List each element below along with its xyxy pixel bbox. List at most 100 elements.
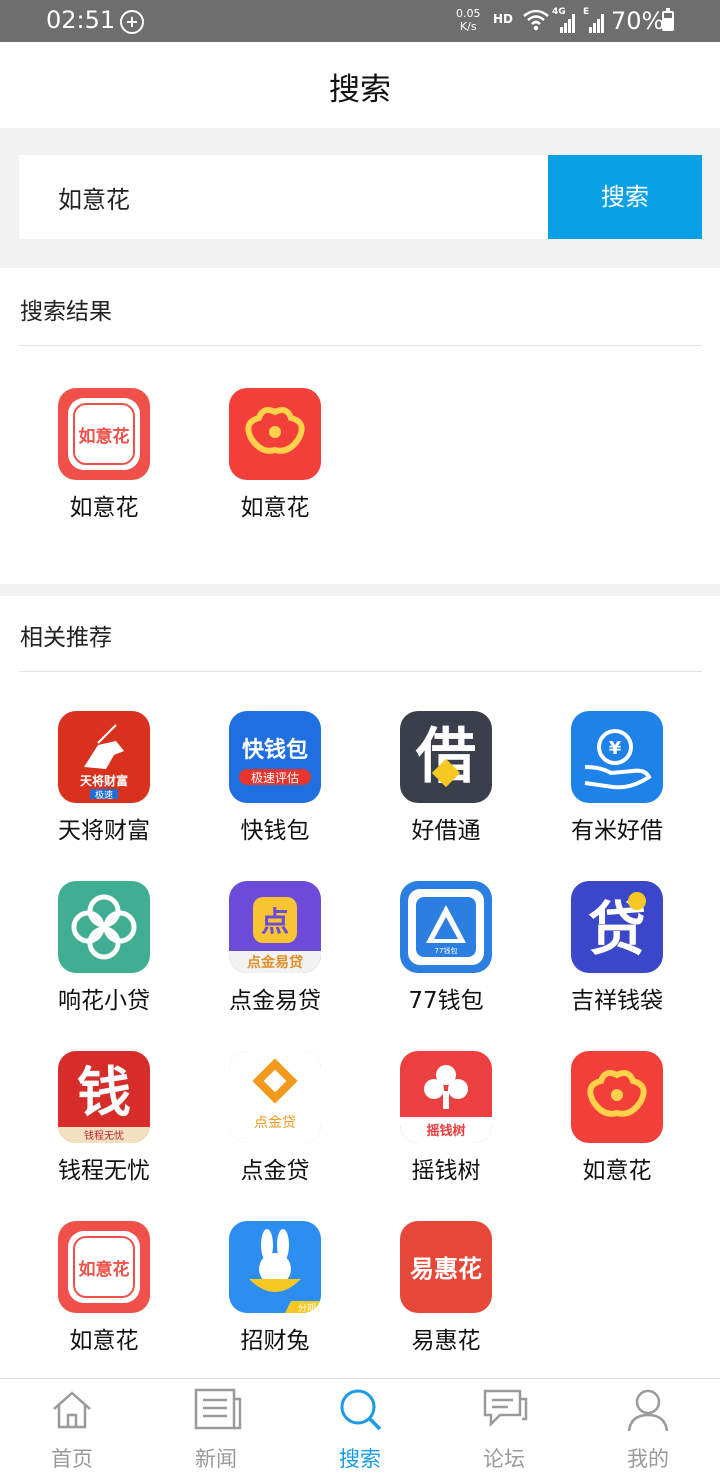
forum-icon — [483, 1389, 528, 1428]
recommend-section: 相关推荐 天将财富 极速 天将财富 快钱包 极速评估 快钱包借 好借通 ¥ 有米好借 … — [0, 596, 720, 1378]
nav-search[interactable]: 搜索 — [288, 1379, 432, 1480]
app-item[interactable]: 点 点金易贷点金易贷 — [190, 881, 360, 1021]
dianjindai-diamond-icon: 点金贷 — [229, 1051, 321, 1143]
nav-profile[interactable]: 我的 — [576, 1379, 720, 1480]
app-item[interactable]: 钱 钱程无忧 钱程无忧 — [19, 1051, 189, 1191]
network-speed-value: 0.05 — [456, 7, 481, 20]
svg-text:易惠花: 易惠花 — [410, 1255, 482, 1283]
ruyihua-cloud-icon — [229, 388, 321, 480]
app-label: 77钱包 — [408, 988, 484, 1014]
svg-text:钱程无忧: 钱程无忧 — [84, 1129, 124, 1142]
yihuihua-icon: 易惠花 — [400, 1221, 492, 1313]
ruyihua-seal-icon: 如意花 — [58, 388, 150, 480]
nav-home[interactable]: 首页 — [0, 1379, 144, 1480]
page-title: 搜索 — [329, 72, 391, 108]
svg-text:极速评估: 极速评估 — [251, 771, 299, 785]
yaoqianshu-tree-icon: 摇钱树 — [400, 1051, 492, 1143]
status-bar: 02:51 + 0.05 K/s HD 4G E 70% — [0, 0, 720, 42]
svg-text:分期: 分期 — [298, 1303, 316, 1313]
svg-text:钱: 钱 — [77, 1061, 131, 1124]
app-item[interactable]: 易惠花 易惠花 — [361, 1221, 531, 1361]
profile-icon — [627, 1389, 669, 1432]
ruyihua-seal-icon: 如意花 — [58, 1221, 150, 1313]
app-item[interactable]: 如意花 — [532, 1051, 702, 1191]
title-bar: 搜索 — [0, 42, 720, 128]
svg-text:77钱包: 77钱包 — [435, 946, 458, 955]
app-label: 钱程无忧 — [58, 1158, 150, 1184]
svg-text:天将财富: 天将财富 — [80, 773, 128, 788]
app-item[interactable]: 响花小贷 — [19, 881, 189, 1021]
app-item[interactable]: 如意花 — [190, 388, 360, 528]
nav-forum[interactable]: 论坛 — [432, 1379, 576, 1480]
battery-charging-icon — [662, 8, 674, 31]
app-item[interactable]: 贷 吉祥钱袋 — [532, 881, 702, 1021]
network-speed: 0.05 K/s — [456, 7, 481, 33]
svg-text:点: 点 — [261, 905, 289, 938]
xianghua-clover-icon — [58, 881, 150, 973]
app-item[interactable]: 点金贷 点金贷 — [190, 1051, 360, 1191]
app-item[interactable]: 天将财富 极速 天将财富 — [19, 711, 189, 851]
cell-signal-4g-icon: 4G — [552, 7, 578, 33]
app-label: 易惠花 — [411, 1328, 481, 1354]
svg-text:如意花: 如意花 — [79, 1259, 130, 1280]
dianjin-yidai-icon: 点 点金易贷 — [229, 881, 321, 973]
app-label: 如意花 — [69, 495, 139, 521]
jixiang-dai-icon: 贷 — [571, 881, 663, 973]
app-item[interactable]: 如意花 如意花 — [19, 1221, 189, 1361]
search-icon — [340, 1389, 382, 1431]
kuaiqianbao-icon: 快钱包 极速评估 — [229, 711, 321, 803]
wifi-icon — [523, 9, 549, 31]
app-label: 响花小贷 — [58, 988, 150, 1014]
svg-text:快钱包: 快钱包 — [242, 737, 308, 763]
cell-signal-e-icon: E — [583, 7, 607, 33]
app-label: 点金易贷 — [229, 988, 321, 1014]
search-input[interactable] — [19, 155, 548, 239]
hd-indicator: HD — [493, 12, 514, 26]
svg-text:如意花: 如意花 — [79, 426, 130, 447]
app-label: 天将财富 — [58, 818, 150, 844]
home-icon — [53, 1391, 91, 1429]
app-label: 快钱包 — [240, 818, 310, 844]
nav-label: 首页 — [51, 1447, 93, 1471]
app-label: 如意花 — [240, 495, 310, 521]
app-label: 有米好借 — [571, 818, 663, 844]
news-icon — [194, 1388, 242, 1430]
app-label: 招财兔 — [240, 1328, 310, 1354]
section-title: 相关推荐 — [20, 625, 112, 651]
svg-text:摇钱树: 摇钱树 — [426, 1123, 465, 1139]
sync-icon: + — [120, 10, 144, 34]
app-item[interactable]: 快钱包 极速评估 快钱包 — [190, 711, 360, 851]
app-label: 如意花 — [582, 1158, 652, 1184]
nav-label: 我的 — [627, 1447, 669, 1471]
app-label: 吉祥钱袋 — [571, 988, 663, 1014]
search-button[interactable]: 搜索 — [548, 155, 702, 239]
bottom-nav: 首页 新闻 搜索 论坛 我的 — [0, 1378, 720, 1480]
app-label: 如意花 — [69, 1328, 139, 1354]
77qianbao-triangle-icon: 77钱包 — [400, 881, 492, 973]
svg-text:极速: 极速 — [95, 789, 113, 801]
battery-percent: 70% — [611, 7, 665, 35]
network-type-label-2: E — [583, 7, 590, 17]
svg-text:¥: ¥ — [609, 738, 622, 759]
app-item[interactable]: 分期招财兔 — [190, 1221, 360, 1361]
app-item[interactable]: ¥ 有米好借 — [532, 711, 702, 851]
nav-label: 搜索 — [339, 1447, 381, 1471]
tianjiang-horse-icon: 天将财富 极速 — [58, 711, 150, 803]
network-speed-unit: K/s — [459, 20, 477, 33]
app-item[interactable]: 如意花 如意花 — [19, 388, 189, 528]
app-label: 摇钱树 — [411, 1158, 481, 1184]
nav-news[interactable]: 新闻 — [144, 1379, 288, 1480]
zhaocaitu-rabbit-icon: 分期 — [229, 1221, 321, 1313]
youmi-hand-coin-icon: ¥ — [571, 711, 663, 803]
svg-text:点金贷: 点金贷 — [254, 1115, 296, 1131]
app-label: 好借通 — [411, 818, 481, 844]
app-item[interactable]: 77钱包 77钱包 — [361, 881, 531, 1021]
qiancheng-icon: 钱 钱程无忧 — [58, 1051, 150, 1143]
search-results-section: 搜索结果 如意花 如意花 如意花 — [0, 268, 720, 584]
nav-label: 新闻 — [195, 1447, 237, 1471]
haojietong-icon: 借 — [400, 711, 492, 803]
app-item[interactable]: 摇钱树 摇钱树 — [361, 1051, 531, 1191]
app-item[interactable]: 借 好借通 — [361, 711, 531, 851]
divider — [19, 345, 702, 346]
divider — [19, 671, 702, 672]
